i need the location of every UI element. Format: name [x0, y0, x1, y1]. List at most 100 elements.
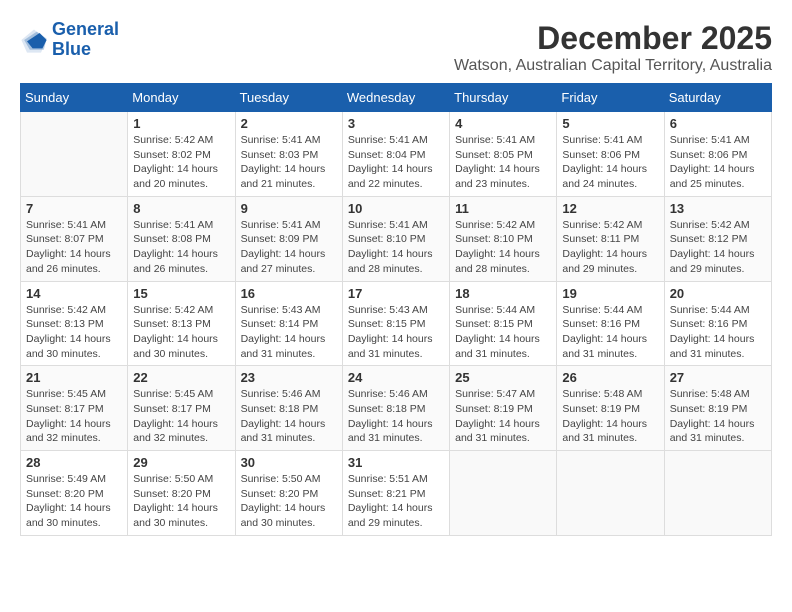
day-detail: Sunrise: 5:46 AM Sunset: 8:18 PM Dayligh… [348, 387, 444, 446]
day-number: 2 [241, 116, 337, 131]
weekday-header-monday: Monday [128, 84, 235, 112]
calendar-week-row: 14Sunrise: 5:42 AM Sunset: 8:13 PM Dayli… [21, 281, 772, 366]
day-number: 5 [562, 116, 658, 131]
day-detail: Sunrise: 5:48 AM Sunset: 8:19 PM Dayligh… [562, 387, 658, 446]
day-detail: Sunrise: 5:41 AM Sunset: 8:04 PM Dayligh… [348, 133, 444, 192]
day-detail: Sunrise: 5:41 AM Sunset: 8:07 PM Dayligh… [26, 218, 122, 277]
day-number: 23 [241, 370, 337, 385]
weekday-header-thursday: Thursday [450, 84, 557, 112]
day-detail: Sunrise: 5:45 AM Sunset: 8:17 PM Dayligh… [26, 387, 122, 446]
calendar-cell: 29 Sunrise: 5:50 AM Sunset: 8:20 PM Dayli… [128, 451, 235, 536]
calendar-cell: 23 Sunrise: 5:46 AM Sunset: 8:18 PM Dayli… [235, 366, 342, 451]
day-detail: Sunrise: 5:41 AM Sunset: 8:03 PM Dayligh… [241, 133, 337, 192]
day-detail: Sunrise: 5:42 AM Sunset: 8:12 PM Dayligh… [670, 218, 766, 277]
day-number: 11 [455, 201, 551, 216]
calendar-cell: 25Sunrise: 5:47 AM Sunset: 8:19 PM Dayli… [450, 366, 557, 451]
day-detail: Sunrise: 5:46 AM Sunset: 8:18 PM Dayligh… [241, 387, 337, 446]
calendar-cell [557, 451, 664, 536]
day-number: 3 [348, 116, 444, 131]
day-number: 29 [133, 455, 229, 470]
calendar-cell: 4Sunrise: 5:41 AM Sunset: 8:05 PM Daylig… [450, 112, 557, 197]
day-number: 12 [562, 201, 658, 216]
calendar-week-row: 28 Sunrise: 5:49 AM Sunset: 8:20 PM Dayli… [21, 451, 772, 536]
calendar-cell: 27Sunrise: 5:48 AM Sunset: 8:19 PM Dayli… [664, 366, 771, 451]
calendar-cell: 24 Sunrise: 5:46 AM Sunset: 8:18 PM Dayli… [342, 366, 449, 451]
day-number: 15 [133, 286, 229, 301]
calendar-table: SundayMondayTuesdayWednesdayThursdayFrid… [20, 83, 772, 536]
calendar-cell: 5 Sunrise: 5:41 AM Sunset: 8:06 PM Daylig… [557, 112, 664, 197]
calendar-week-row: 21 Sunrise: 5:45 AM Sunset: 8:17 PM Dayli… [21, 366, 772, 451]
title-area: December 2025 Watson, Australian Capital… [454, 20, 772, 75]
day-number: 26 [562, 370, 658, 385]
day-number: 6 [670, 116, 766, 131]
calendar-cell: 1Sunrise: 5:42 AM Sunset: 8:02 PM Daylig… [128, 112, 235, 197]
day-number: 30 [241, 455, 337, 470]
day-number: 7 [26, 201, 122, 216]
day-number: 17 [348, 286, 444, 301]
day-number: 22 [133, 370, 229, 385]
calendar-cell: 9Sunrise: 5:41 AM Sunset: 8:09 PM Daylig… [235, 196, 342, 281]
weekday-header-tuesday: Tuesday [235, 84, 342, 112]
day-detail: Sunrise: 5:41 AM Sunset: 8:08 PM Dayligh… [133, 218, 229, 277]
calendar-cell: 3 Sunrise: 5:41 AM Sunset: 8:04 PM Daylig… [342, 112, 449, 197]
day-detail: Sunrise: 5:45 AM Sunset: 8:17 PM Dayligh… [133, 387, 229, 446]
day-number: 24 [348, 370, 444, 385]
day-detail: Sunrise: 5:42 AM Sunset: 8:13 PM Dayligh… [26, 303, 122, 362]
weekday-header-saturday: Saturday [664, 84, 771, 112]
day-number: 16 [241, 286, 337, 301]
day-detail: Sunrise: 5:42 AM Sunset: 8:02 PM Dayligh… [133, 133, 229, 192]
calendar-cell [21, 112, 128, 197]
day-number: 8 [133, 201, 229, 216]
day-detail: Sunrise: 5:42 AM Sunset: 8:11 PM Dayligh… [562, 218, 658, 277]
logo-line2: Blue [52, 39, 91, 59]
day-number: 31 [348, 455, 444, 470]
calendar-cell: 15 Sunrise: 5:42 AM Sunset: 8:13 PM Dayli… [128, 281, 235, 366]
day-number: 13 [670, 201, 766, 216]
weekday-header-wednesday: Wednesday [342, 84, 449, 112]
calendar-cell: 22 Sunrise: 5:45 AM Sunset: 8:17 PM Dayli… [128, 366, 235, 451]
calendar-cell: 20 Sunrise: 5:44 AM Sunset: 8:16 PM Dayli… [664, 281, 771, 366]
location-subtitle: Watson, Australian Capital Territory, Au… [454, 57, 772, 75]
day-detail: Sunrise: 5:49 AM Sunset: 8:20 PM Dayligh… [26, 472, 122, 531]
calendar-cell: 21 Sunrise: 5:45 AM Sunset: 8:17 PM Dayli… [21, 366, 128, 451]
day-number: 28 [26, 455, 122, 470]
calendar-cell: 7 Sunrise: 5:41 AM Sunset: 8:07 PM Daylig… [21, 196, 128, 281]
day-detail: Sunrise: 5:41 AM Sunset: 8:06 PM Dayligh… [562, 133, 658, 192]
calendar-cell: 14Sunrise: 5:42 AM Sunset: 8:13 PM Dayli… [21, 281, 128, 366]
calendar-cell: 13 Sunrise: 5:42 AM Sunset: 8:12 PM Dayli… [664, 196, 771, 281]
calendar-cell: 19Sunrise: 5:44 AM Sunset: 8:16 PM Dayli… [557, 281, 664, 366]
day-detail: Sunrise: 5:41 AM Sunset: 8:06 PM Dayligh… [670, 133, 766, 192]
weekday-header-row: SundayMondayTuesdayWednesdayThursdayFrid… [21, 84, 772, 112]
day-detail: Sunrise: 5:44 AM Sunset: 8:16 PM Dayligh… [670, 303, 766, 362]
day-detail: Sunrise: 5:50 AM Sunset: 8:20 PM Dayligh… [133, 472, 229, 531]
calendar-cell: 10Sunrise: 5:41 AM Sunset: 8:10 PM Dayli… [342, 196, 449, 281]
calendar-body: 1Sunrise: 5:42 AM Sunset: 8:02 PM Daylig… [21, 112, 772, 536]
day-detail: Sunrise: 5:43 AM Sunset: 8:15 PM Dayligh… [348, 303, 444, 362]
calendar-cell: 17 Sunrise: 5:43 AM Sunset: 8:15 PM Dayli… [342, 281, 449, 366]
calendar-cell: 6 Sunrise: 5:41 AM Sunset: 8:06 PM Daylig… [664, 112, 771, 197]
day-number: 20 [670, 286, 766, 301]
day-detail: Sunrise: 5:47 AM Sunset: 8:19 PM Dayligh… [455, 387, 551, 446]
calendar-cell: 31Sunrise: 5:51 AM Sunset: 8:21 PM Dayli… [342, 451, 449, 536]
calendar-cell: 11 Sunrise: 5:42 AM Sunset: 8:10 PM Dayli… [450, 196, 557, 281]
day-number: 4 [455, 116, 551, 131]
calendar-cell: 12 Sunrise: 5:42 AM Sunset: 8:11 PM Dayli… [557, 196, 664, 281]
day-detail: Sunrise: 5:43 AM Sunset: 8:14 PM Dayligh… [241, 303, 337, 362]
logo-icon [20, 26, 48, 54]
day-detail: Sunrise: 5:41 AM Sunset: 8:10 PM Dayligh… [348, 218, 444, 277]
calendar-header: SundayMondayTuesdayWednesdayThursdayFrid… [21, 84, 772, 112]
month-title: December 2025 [454, 20, 772, 57]
logo-line1: General [52, 19, 119, 39]
calendar-cell: 8 Sunrise: 5:41 AM Sunset: 8:08 PM Daylig… [128, 196, 235, 281]
calendar-cell [664, 451, 771, 536]
day-detail: Sunrise: 5:42 AM Sunset: 8:13 PM Dayligh… [133, 303, 229, 362]
day-detail: Sunrise: 5:41 AM Sunset: 8:09 PM Dayligh… [241, 218, 337, 277]
logo-text: General Blue [52, 20, 119, 60]
header: General Blue December 2025 Watson, Austr… [20, 20, 772, 75]
calendar-cell: 28 Sunrise: 5:49 AM Sunset: 8:20 PM Dayli… [21, 451, 128, 536]
day-detail: Sunrise: 5:42 AM Sunset: 8:10 PM Dayligh… [455, 218, 551, 277]
weekday-header-friday: Friday [557, 84, 664, 112]
day-number: 21 [26, 370, 122, 385]
calendar-cell: 18Sunrise: 5:44 AM Sunset: 8:15 PM Dayli… [450, 281, 557, 366]
calendar-week-row: 7 Sunrise: 5:41 AM Sunset: 8:07 PM Daylig… [21, 196, 772, 281]
